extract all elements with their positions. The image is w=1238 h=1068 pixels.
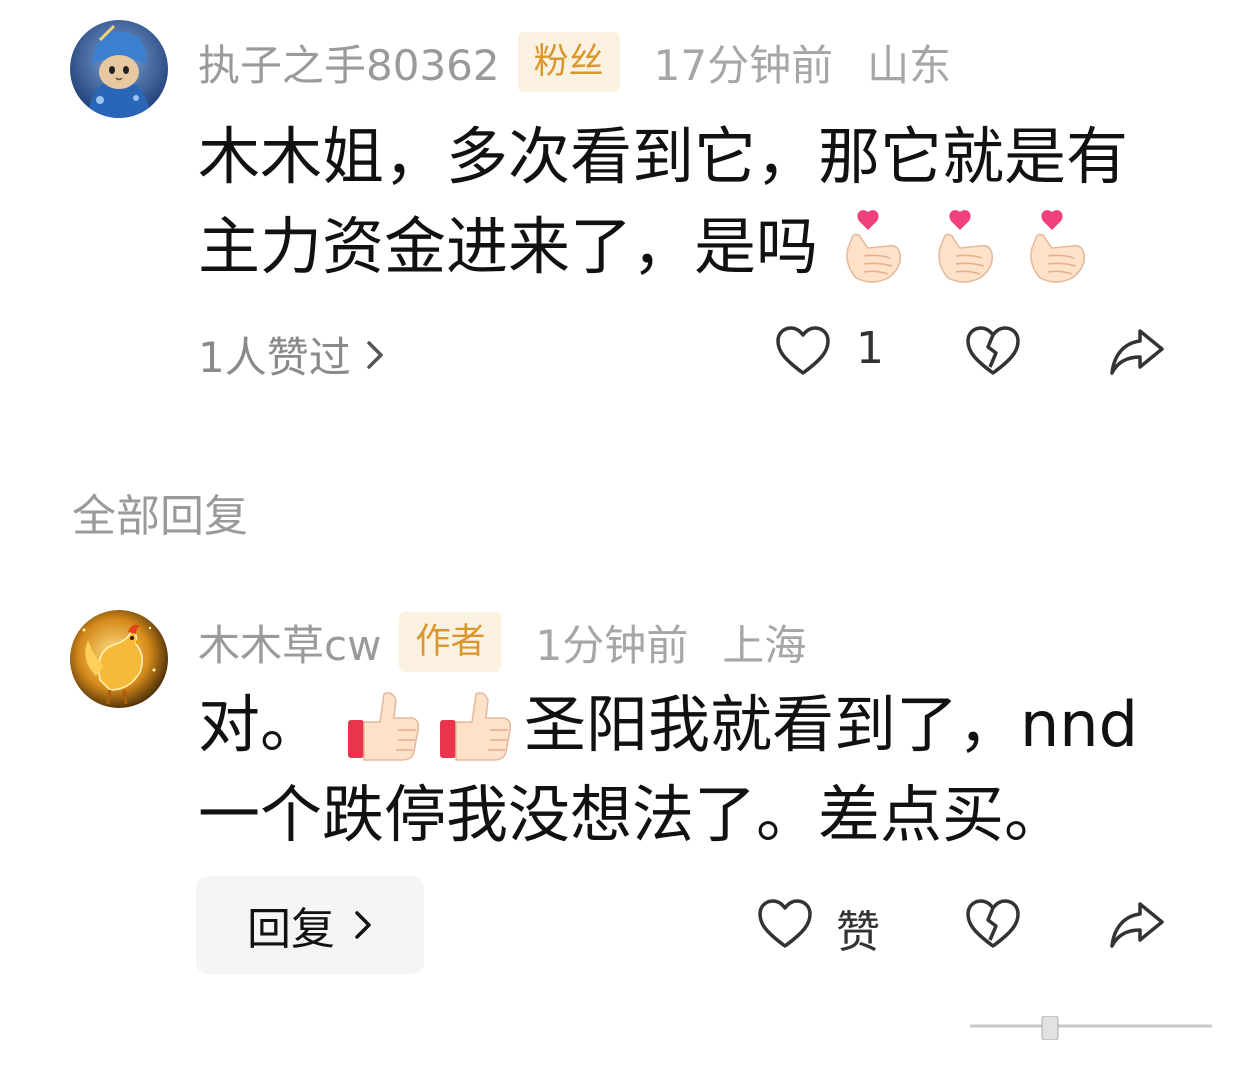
finger-heart-emoji-icon [832, 208, 910, 286]
author-badge: 作者 [399, 612, 502, 672]
finger-heart-emoji-icon [1016, 208, 1094, 286]
thumbs-up-emoji-icon [436, 686, 514, 764]
share-arrow-icon[interactable] [1108, 323, 1166, 381]
reply-text-line-2: 一个跌停我没想法了。差点买。 [198, 778, 1067, 851]
broken-heart-icon[interactable] [964, 896, 1022, 954]
reply-meta: 木木草cw 作者 1分钟前 上海 [198, 612, 806, 672]
reply-location: 上海 [722, 620, 807, 670]
chevron-right-icon [365, 339, 385, 371]
fan-badge: 粉丝 [517, 32, 620, 92]
commenter-avatar[interactable] [70, 20, 168, 118]
replier-username[interactable]: 木木草cw [198, 612, 381, 673]
like-heart-icon[interactable] [756, 896, 814, 954]
reply-text-suffix: 圣阳我就看到了，nnd [524, 688, 1138, 761]
liked-by-link[interactable]: 1人赞过 [198, 324, 385, 385]
comment-text-line-2-text: 主力资金进来了，是吗 [198, 210, 819, 283]
reply-text-line-1: 对。 圣阳我就看到了，nnd [198, 680, 1138, 770]
comment-text[interactable]: 木木姐，多次看到它，那它就是有 主力资金进来了，是吗 [198, 112, 1128, 292]
comment-time: 17分钟前 [653, 40, 834, 90]
like-count: 1 [856, 323, 884, 374]
share-arrow-icon[interactable] [1108, 896, 1166, 954]
broken-heart-icon[interactable] [964, 323, 1022, 381]
reply-text[interactable]: 对。 圣阳我就看到了，nnd 一个跌停我没想法了。差点买。 [198, 680, 1138, 860]
commenter-username[interactable]: 执子之手80362 [198, 32, 500, 93]
all-replies-title: 全部回复 [72, 491, 248, 542]
reply-text-prefix: 对。 [198, 688, 323, 761]
comment-text-line-2: 主力资金进来了，是吗 [198, 202, 1128, 292]
like-label: 赞 [836, 907, 880, 958]
replier-avatar[interactable] [70, 610, 168, 708]
finger-heart-emoji-icon [924, 208, 1002, 286]
reply-button[interactable]: 回复 [196, 876, 424, 974]
golden-rooster-avatar-icon [70, 610, 168, 708]
reply-button-label: 回复 [247, 904, 335, 955]
comment-location: 山东 [867, 40, 952, 90]
scroll-indicator [970, 1015, 1212, 1041]
thumbs-up-emoji-icon [344, 686, 422, 764]
liked-by-label: 1人赞过 [198, 333, 351, 382]
reply-time: 1分钟前 [535, 620, 689, 670]
comment-meta: 执子之手80362 粉丝 17分钟前 山东 [198, 32, 951, 92]
like-heart-icon[interactable] [774, 323, 832, 381]
chevron-right-icon [353, 909, 373, 941]
blue-hooded-cat-avatar-icon [70, 20, 168, 118]
comment-text-line-1: 木木姐，多次看到它，那它就是有 [198, 120, 1129, 193]
